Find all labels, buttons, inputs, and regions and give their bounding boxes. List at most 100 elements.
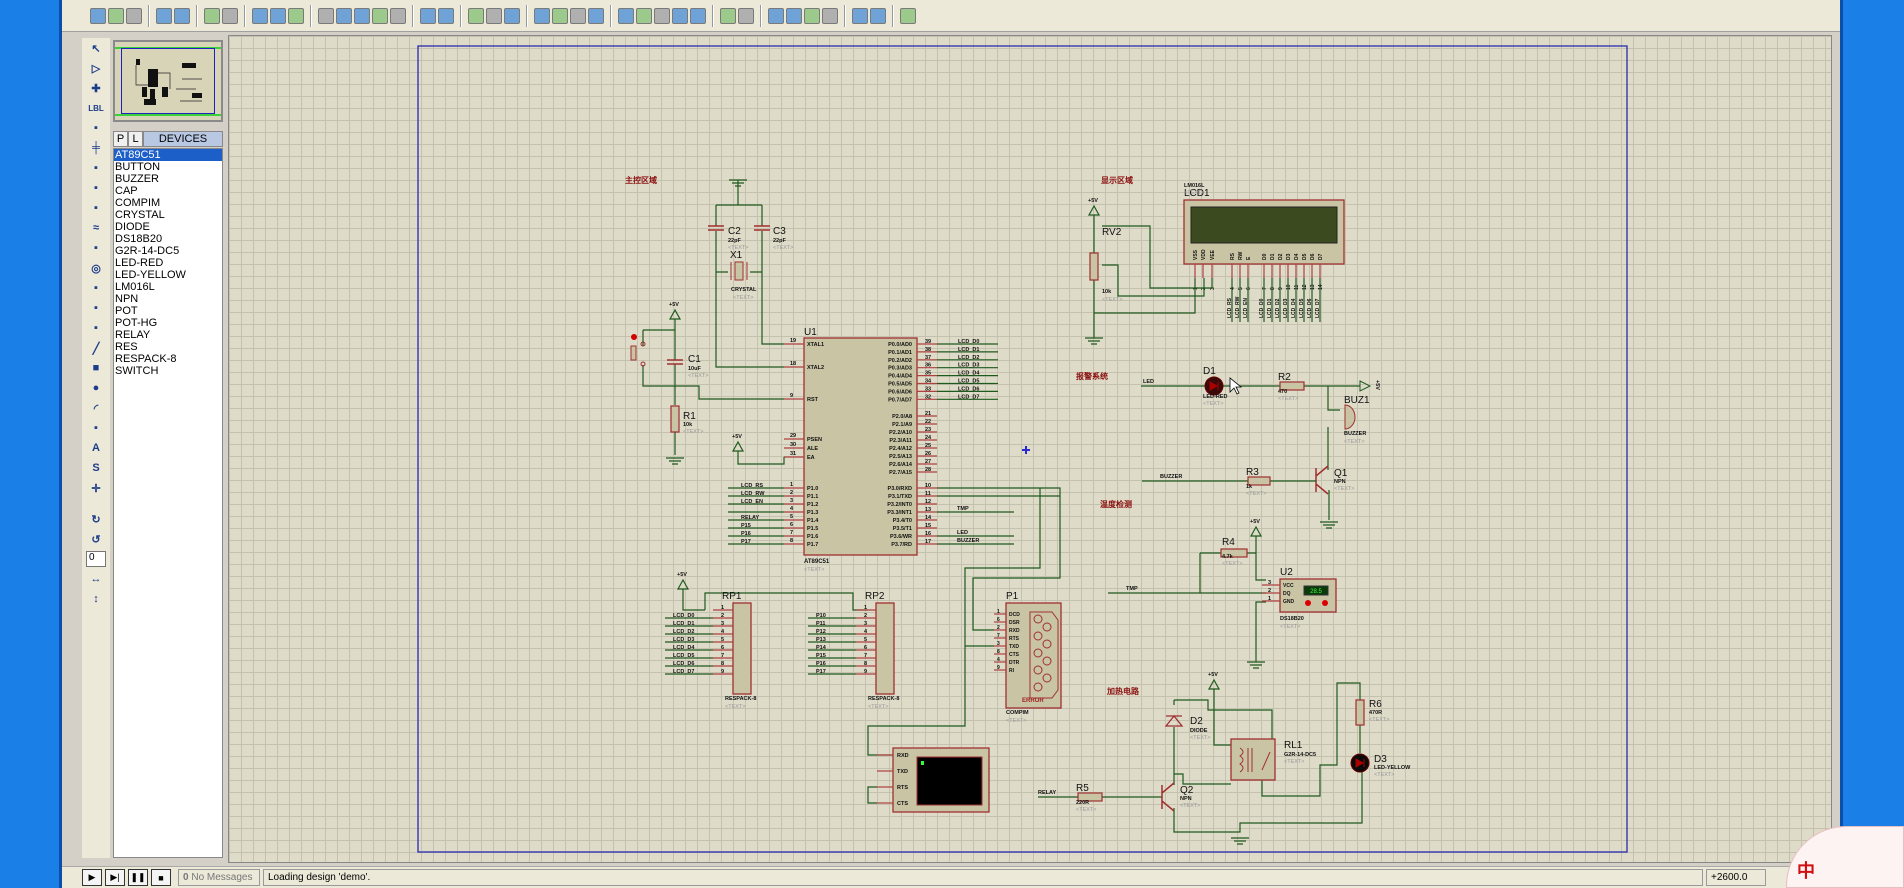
label: D7	[1318, 253, 1324, 260]
label: 8	[721, 661, 724, 667]
label: P1.2	[807, 502, 818, 508]
ground-icon	[1085, 337, 1103, 345]
net-label: LCD_RS	[1227, 297, 1233, 318]
label: P2.4/A12	[889, 446, 912, 452]
ref-R5: R5	[1076, 783, 1089, 794]
value-D3: LED-YELLOW	[1374, 765, 1411, 771]
label: 32	[925, 394, 931, 400]
value-R1: 10k	[683, 422, 693, 428]
label: RI	[1009, 668, 1015, 674]
label: VSS	[1193, 249, 1199, 260]
label: P2.5/A13	[889, 454, 912, 460]
ref-C3: C3	[773, 226, 786, 237]
label: 16	[925, 531, 931, 537]
crystal-x1	[734, 261, 744, 281]
power-terminal-icon	[731, 440, 745, 452]
label: COMPIM	[1006, 710, 1029, 716]
value-R3: 1k	[1246, 484, 1253, 490]
net-label: RELAY	[741, 515, 759, 521]
label: P1.0	[807, 486, 818, 492]
label: P3.6/WR	[890, 534, 912, 540]
label: 1	[721, 605, 724, 611]
label: 1	[790, 482, 793, 488]
label: 9	[790, 393, 793, 399]
label: P1.3	[807, 510, 818, 516]
label: RW	[1238, 251, 1244, 260]
step-button[interactable]: ▶|	[105, 869, 125, 886]
power-terminal-icon	[1359, 380, 1372, 392]
label: P1.4	[807, 518, 819, 524]
wire	[715, 180, 784, 368]
value-D1: LED-RED	[1203, 394, 1227, 400]
label: 6	[864, 645, 867, 651]
wire	[1141, 385, 1360, 520]
temperature-readout: 28.5	[1310, 589, 1322, 595]
messages-indicator[interactable]: 0 No Messages	[178, 869, 260, 886]
label: +5V	[1374, 380, 1380, 390]
label: 2	[997, 625, 1000, 631]
label: TXD	[1009, 644, 1019, 650]
label: 6	[790, 522, 793, 528]
status-bar: ▶ ▶| ❚❚ ■ 0 No Messages Loading design '…	[62, 866, 1840, 888]
power-terminal-icon	[676, 578, 690, 590]
text-placeholder: <TEXT>	[1278, 396, 1298, 402]
play-button[interactable]: ▶	[82, 869, 102, 886]
label: 4	[997, 657, 1000, 663]
buzzer-buz1	[1344, 404, 1356, 430]
label: P1.1	[807, 494, 818, 500]
ref-C1: C1	[688, 354, 701, 365]
label: D3	[1286, 253, 1292, 260]
net-label: LCD_D2	[958, 355, 979, 361]
label: 7	[790, 530, 793, 536]
label: RXD	[897, 753, 909, 759]
label: 3	[864, 621, 867, 627]
resistor-pack-rp2	[875, 602, 895, 695]
text-placeholder: <TEXT>	[1369, 717, 1389, 723]
label: 2	[790, 490, 793, 496]
lcd-screen	[1190, 206, 1338, 244]
label: 34	[925, 379, 932, 385]
region-title: 报警系统	[1076, 371, 1108, 381]
label: P0.0/AD0	[888, 342, 912, 348]
region-title: 显示区域	[1101, 175, 1133, 185]
label: 10	[925, 483, 931, 489]
label: 9	[997, 665, 1000, 671]
net-label: P10	[816, 613, 826, 619]
net-label: LCD_D0	[1259, 298, 1265, 318]
net-label: LCD_D5	[673, 653, 694, 659]
net-label: LCD_D7	[958, 394, 979, 400]
text-placeholder: <TEXT>	[773, 245, 793, 251]
label: P0.6/AD6	[888, 389, 912, 395]
label: 8	[997, 649, 1000, 655]
label: VEE	[1210, 249, 1216, 260]
resistor-pack-rp1	[732, 602, 752, 695]
label: 31	[790, 451, 796, 457]
net-label: LED	[957, 530, 968, 536]
label: D4	[1294, 253, 1300, 260]
label: 14	[925, 515, 932, 521]
net-label: LCD_RS	[741, 483, 763, 489]
label: P2.2/A10	[889, 430, 912, 436]
net-label: LCD_D2	[1275, 298, 1281, 318]
label: 13	[1310, 284, 1316, 290]
value-RL1: G2R-14-DC5	[1284, 752, 1316, 758]
pause-button[interactable]: ❚❚	[128, 869, 148, 886]
net-label: LCD_D2	[673, 629, 694, 635]
label: D1	[1270, 253, 1276, 260]
stop-button[interactable]: ■	[151, 869, 171, 886]
terminal-cursor	[921, 761, 924, 765]
label: P0.4/AD4	[888, 374, 913, 380]
ref-D1: D1	[1203, 366, 1216, 377]
label: VDD	[1201, 249, 1207, 260]
ref-C2: C2	[728, 226, 741, 237]
label: 8	[1270, 287, 1276, 290]
power-label: +5V	[1088, 198, 1098, 204]
label: RESPACK-8	[725, 696, 756, 702]
text-placeholder: <TEXT>	[1076, 807, 1096, 813]
label: D2	[1278, 253, 1284, 260]
label: XTAL1	[807, 342, 824, 348]
ref-R2: R2	[1278, 372, 1291, 383]
label: P1.5	[807, 526, 818, 532]
net-label: LCD_D3	[958, 363, 979, 369]
power-label: +5V	[669, 302, 679, 308]
